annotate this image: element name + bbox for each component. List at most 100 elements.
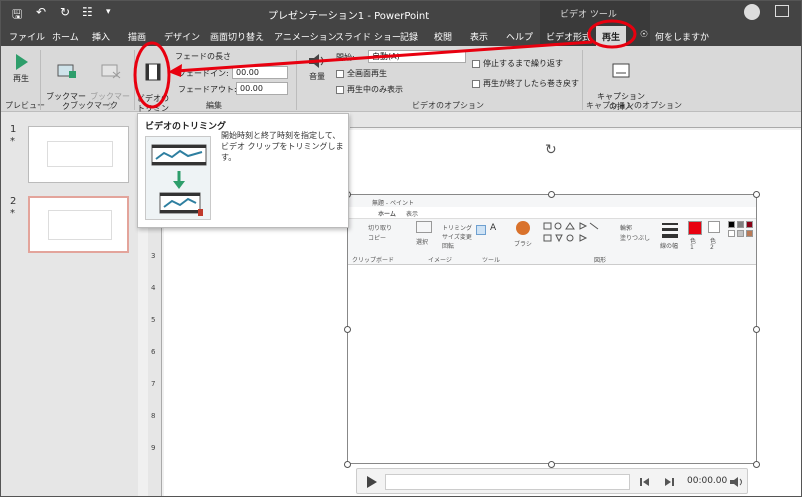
fullscreen-checkbox[interactable]: 全画面再生 <box>336 68 387 79</box>
slide-number: 2 <box>10 196 17 207</box>
tab-insert[interactable]: 挿入 <box>92 30 110 43</box>
paint-cut: 切り取り <box>368 225 393 232</box>
group-label-editing: 編集 <box>206 101 222 110</box>
volume-label: 音量 <box>309 72 325 81</box>
rewind-checkbox[interactable]: 再生が終了したら巻き戻す <box>472 78 579 89</box>
ribbon-playback: 再生 プレビュー ブックマーク の追加 ブックマーク の削除 ブックマーク ビデ… <box>0 46 802 123</box>
video-player-controls: 00:00.00 <box>356 468 748 494</box>
slide-number: 1 <box>10 124 17 135</box>
tab-home[interactable]: ホーム <box>52 30 79 43</box>
paint-canvas <box>348 265 756 463</box>
resize-handle[interactable] <box>753 461 760 468</box>
tab-transitions[interactable]: 画面切り替え <box>210 30 264 43</box>
paint-crop: トリミング <box>442 225 473 232</box>
group-label-video-options: ビデオのオプション <box>412 101 484 110</box>
slide-animation-marker: * <box>10 136 15 147</box>
user-avatar-icon[interactable] <box>744 4 760 20</box>
paint-title: 無題 - ペイント <box>372 200 414 207</box>
fade-in-value: 00.00 <box>236 68 259 77</box>
tab-playback[interactable]: 再生 <box>596 26 627 46</box>
paint-group-clipboard: クリップボード <box>352 257 395 264</box>
slide-thumbnail-1[interactable] <box>28 126 129 183</box>
paint-group-image: イメージ <box>428 257 452 264</box>
undo-icon[interactable]: ↶ <box>36 5 46 19</box>
paint-copy: コピー <box>368 235 387 242</box>
window-title: プレゼンテーション1 - PowerPoint <box>268 11 430 22</box>
slide-thumbnails-pane: 1 * 2 * <box>0 112 138 497</box>
step-back-icon[interactable] <box>639 477 651 487</box>
paint-shapes-icon <box>543 222 599 243</box>
redo-icon[interactable]: ↻ <box>60 5 70 19</box>
ribbon-tabs: ファイル ホーム 挿入 描画 デザイン 画面切り替え アニメーション スライド … <box>0 26 802 46</box>
loop-checkbox[interactable]: 停止するまで繰り返す <box>472 58 563 69</box>
captions-icon <box>612 63 630 78</box>
paint-brush: ブラシ <box>514 241 532 248</box>
tab-record[interactable]: 記録 <box>400 30 418 43</box>
fade-in-label: フェードイン: <box>178 69 229 78</box>
fade-out-value: 00.00 <box>240 84 263 93</box>
video-object[interactable]: 無題 - ペイント ホーム 表示 切り取り コピー 選択 トリミング サイズ変更… <box>347 194 757 464</box>
paint-rotate: 回転 <box>442 243 455 250</box>
paint-color2: 色 2 <box>710 238 717 251</box>
fade-out-label: フェードアウト: <box>178 85 237 94</box>
horizontal-ruler <box>350 112 802 128</box>
group-label-caption-options: キャプションのオプション <box>586 101 682 110</box>
tab-video-format[interactable]: ビデオ形式 <box>546 30 591 43</box>
slide-thumbnail-2[interactable] <box>28 196 129 253</box>
rotate-handle-icon[interactable]: ↻ <box>545 142 557 158</box>
fade-out-spinner[interactable]: 00.00 <box>236 82 288 95</box>
paint-color1-swatch <box>688 221 702 235</box>
tab-animations[interactable]: アニメーション <box>274 30 337 43</box>
paint-size: 線の幅 <box>660 243 679 250</box>
tab-draw[interactable]: 描画 <box>128 30 146 43</box>
tab-help[interactable]: ヘルプ <box>506 30 533 43</box>
title-bar: 🖫 ↶ ↻ ☷ ▾ プレゼンテーション1 - PowerPoint ビデオ ツー… <box>0 0 802 26</box>
volume-icon <box>309 54 324 68</box>
tooltip-illustration <box>145 136 211 220</box>
tell-me-search[interactable]: 何をしますか <box>655 30 709 43</box>
add-bookmark-icon <box>57 64 76 78</box>
player-volume-icon[interactable] <box>729 476 743 488</box>
customize-qat-icon[interactable]: ▾ <box>106 7 111 17</box>
resize-handle[interactable] <box>753 326 760 333</box>
play-label: 再生 <box>13 74 29 83</box>
resize-handle[interactable] <box>344 326 351 333</box>
tooltip-title: ビデオのトリミング <box>145 122 227 132</box>
start-label: 開始: <box>336 53 355 62</box>
player-progress-bar[interactable] <box>385 474 630 490</box>
ribbon-display-options-icon[interactable] <box>775 5 789 17</box>
save-icon[interactable]: 🖫 <box>12 5 22 26</box>
paint-tab-home: ホーム <box>378 211 396 218</box>
resize-handle[interactable] <box>344 461 351 468</box>
volume-button[interactable]: 音量 <box>302 52 332 82</box>
step-forward-icon[interactable] <box>663 477 675 487</box>
fade-duration-label: フェードの長さ <box>175 52 231 61</box>
paint-tab-view: 表示 <box>406 211 419 218</box>
paint-group-tools: ツール <box>482 257 501 264</box>
play-button[interactable]: 再生 <box>6 52 36 84</box>
start-from-beginning-icon[interactable]: ☷ <box>82 5 93 19</box>
tab-design[interactable]: デザイン <box>164 30 200 43</box>
resize-handle[interactable] <box>548 191 555 198</box>
start-value: 自動(A) <box>372 52 400 61</box>
tab-file[interactable]: ファイル <box>9 30 45 43</box>
paint-color2-swatch <box>708 221 720 233</box>
paint-ribbon: 無題 - ペイント ホーム 表示 切り取り コピー 選択 トリミング サイズ変更… <box>348 195 756 265</box>
paint-fill: 塗りつぶし <box>620 235 651 242</box>
resize-handle[interactable] <box>753 191 760 198</box>
paint-outline: 輪郭 <box>620 225 633 232</box>
hide-while-not-playing-checkbox[interactable]: 再生中のみ表示 <box>336 84 403 95</box>
slide-animation-marker: * <box>10 208 15 219</box>
trim-video-tooltip: ビデオのトリミング 開始時刻と終了時刻を指定して、ビデオ クリップをトリミングし… <box>137 113 349 228</box>
tooltip-description: 開始時刻と終了時刻を指定して、ビデオ クリップをトリミングします。 <box>221 131 344 162</box>
tab-review[interactable]: 校閲 <box>434 30 452 43</box>
resize-handle[interactable] <box>548 461 555 468</box>
trim-video-icon <box>145 63 161 81</box>
tab-slideshow[interactable]: スライド ショー <box>335 30 401 43</box>
tab-view[interactable]: 表示 <box>470 30 488 43</box>
player-play-icon[interactable] <box>365 475 379 489</box>
start-dropdown[interactable]: 自動(A) <box>368 50 466 63</box>
group-label-bookmarks: ブックマーク <box>70 101 118 110</box>
paint-select: 選択 <box>416 239 429 246</box>
fade-in-spinner[interactable]: 00.00 <box>232 66 288 79</box>
